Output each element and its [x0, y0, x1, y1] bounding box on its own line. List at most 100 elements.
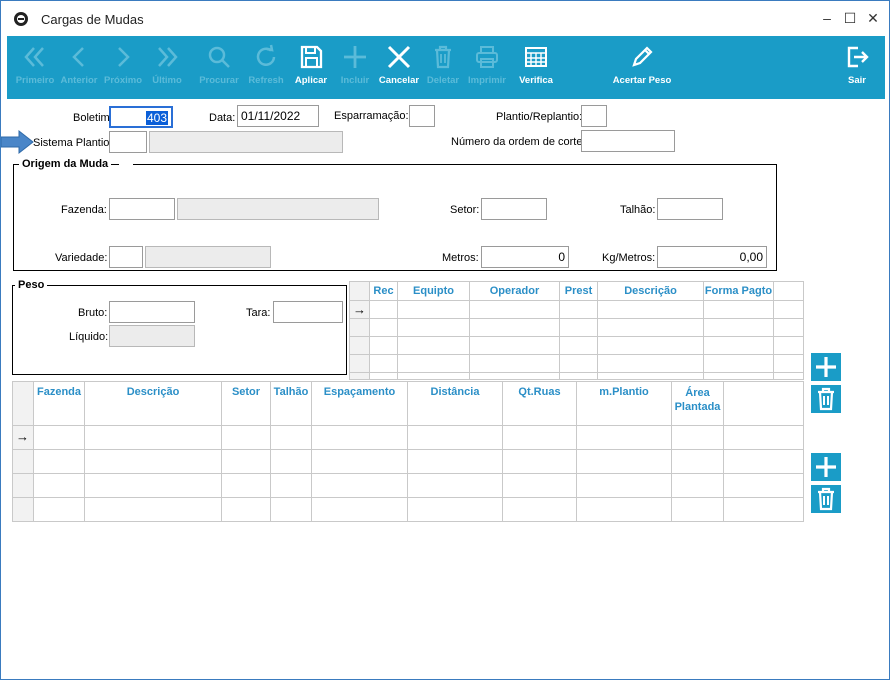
app-icon — [14, 12, 28, 26]
adjust-weight-label: Acertar Peso — [612, 75, 672, 86]
print-label: Imprimir — [467, 75, 506, 86]
sistema-plantio-description — [149, 131, 343, 153]
origem-muda-title: Origem da Muda — [19, 158, 112, 170]
minimize-icon[interactable]: – — [816, 7, 838, 29]
previous-label: Anterior — [60, 75, 98, 86]
col-fazenda[interactable]: Fazenda — [34, 382, 85, 521]
chevron-right-icon — [118, 47, 130, 67]
variedade-label: Variedade: — [55, 252, 108, 264]
variedade-description — [145, 246, 271, 268]
delete-label: Deletar — [426, 75, 460, 86]
esparramacao-input[interactable] — [409, 105, 435, 127]
setor-label: Setor: — [450, 204, 480, 216]
search-label: Procurar — [199, 75, 239, 86]
ordem-corte-label: Número da ordem de corte: — [451, 136, 586, 148]
fazenda-label: Fazenda: — [61, 204, 107, 216]
exit-icon — [847, 46, 869, 68]
printer-icon — [476, 46, 498, 68]
data-label: Data: — [209, 112, 236, 124]
col-qt-ruas[interactable]: Qt.Ruas — [503, 382, 577, 521]
col-espacamento[interactable]: Espaçamento — [312, 382, 408, 521]
next-button[interactable]: Próximo — [101, 36, 145, 99]
trash-icon — [818, 387, 834, 411]
col-prest[interactable]: Prest — [560, 282, 598, 379]
double-chevron-right-icon — [158, 47, 178, 67]
plantio-replantio-input[interactable] — [581, 105, 607, 127]
kg-metros-input[interactable]: 0,00 — [657, 246, 767, 268]
first-button[interactable]: Primeiro — [13, 36, 57, 99]
kg-metros-label: Kg/Metros: — [602, 252, 656, 264]
previous-button[interactable]: Anterior — [57, 36, 101, 99]
planting-grid: → Fazenda Descrição Setor Talhão Espaçam… — [12, 381, 804, 522]
col-forma-pagto[interactable]: Forma Pagto — [704, 282, 774, 379]
refresh-button[interactable]: Refresh — [243, 36, 289, 99]
add-button[interactable]: Incluir — [333, 36, 377, 99]
variedade-input[interactable] — [109, 246, 143, 268]
adjust-weight-button[interactable]: Acertar Peso — [605, 36, 679, 99]
search-button[interactable]: Procurar — [195, 36, 243, 99]
last-label: Último — [152, 75, 182, 86]
tara-label: Tara: — [246, 307, 271, 319]
current-row-arrow-icon: → — [353, 302, 366, 317]
chevron-left-icon — [72, 47, 84, 67]
col-setor[interactable]: Setor — [222, 382, 271, 521]
last-button[interactable]: Último — [145, 36, 189, 99]
title-bar: Cargas de Mudas – ☐ ✕ — [1, 1, 889, 35]
equipment-grid: → Rec Equipto Operador Prest Descrição F… — [349, 281, 804, 380]
search-icon — [208, 46, 230, 68]
tara-input[interactable] — [273, 301, 343, 323]
calculator-icon — [525, 47, 547, 67]
sistema-plantio-label: Sistema Plantio: — [33, 137, 113, 149]
group-title-gap — [119, 164, 133, 166]
col-descricao[interactable]: Descrição — [85, 382, 222, 521]
close-x-icon — [387, 45, 411, 69]
col-operador[interactable]: Operador — [470, 282, 560, 379]
grid-line — [13, 521, 804, 522]
bruto-input[interactable] — [109, 301, 195, 323]
add-row-button-bottom[interactable] — [811, 453, 841, 481]
boletim-input[interactable]: 403 — [109, 106, 173, 128]
row-indicator-column — [13, 382, 34, 521]
sistema-plantio-input[interactable] — [109, 131, 147, 153]
col-rec[interactable]: Rec — [370, 282, 398, 379]
data-input[interactable]: 01/11/2022 — [237, 105, 319, 127]
cancel-button[interactable]: Cancelar — [377, 36, 421, 99]
main-window: Cargas de Mudas – ☐ ✕ Primeiro Anterior … — [0, 0, 890, 680]
metros-label: Metros: — [442, 252, 479, 264]
apply-label: Aplicar — [294, 75, 328, 86]
col-talhao[interactable]: Talhão — [271, 382, 312, 521]
close-icon[interactable]: ✕ — [862, 7, 884, 29]
verify-label: Verifica — [519, 75, 553, 86]
save-icon — [300, 45, 323, 69]
delete-button[interactable]: Deletar — [421, 36, 465, 99]
col-area-plantada[interactable]: Área Plantada — [672, 382, 724, 521]
ordem-corte-input[interactable] — [581, 130, 675, 152]
talhao-input[interactable] — [657, 198, 723, 220]
fazenda-input[interactable] — [109, 198, 175, 220]
col-equipto[interactable]: Equipto — [398, 282, 470, 379]
setor-input[interactable] — [481, 198, 547, 220]
add-row-button-top[interactable] — [811, 353, 841, 381]
cancel-label: Cancelar — [378, 75, 420, 86]
refresh-label: Refresh — [248, 75, 284, 86]
delete-row-button-bottom[interactable] — [811, 485, 841, 513]
apply-button[interactable]: Aplicar — [289, 36, 333, 99]
next-label: Próximo — [103, 75, 142, 86]
peso-title: Peso — [15, 279, 48, 291]
first-label: Primeiro — [15, 75, 55, 86]
col-descricao[interactable]: Descrição — [598, 282, 704, 379]
print-button[interactable]: Imprimir — [465, 36, 509, 99]
exit-label: Sair — [848, 75, 866, 86]
verify-button[interactable]: Verifica — [513, 36, 559, 99]
exit-button[interactable]: Sair — [837, 36, 877, 99]
col-distancia[interactable]: Distância — [408, 382, 503, 521]
delete-row-button-top[interactable] — [811, 385, 841, 413]
trash-icon — [818, 487, 834, 511]
esparramacao-label: Esparramação: — [334, 110, 409, 122]
plus-icon — [344, 46, 366, 68]
talhao-label: Talhão: — [620, 204, 656, 216]
maximize-icon[interactable]: ☐ — [839, 7, 861, 29]
col-m-plantio[interactable]: m.Plantio — [577, 382, 672, 521]
metros-input[interactable]: 0 — [481, 246, 569, 268]
toolbar: Primeiro Anterior Próximo Último Procura… — [7, 36, 885, 99]
